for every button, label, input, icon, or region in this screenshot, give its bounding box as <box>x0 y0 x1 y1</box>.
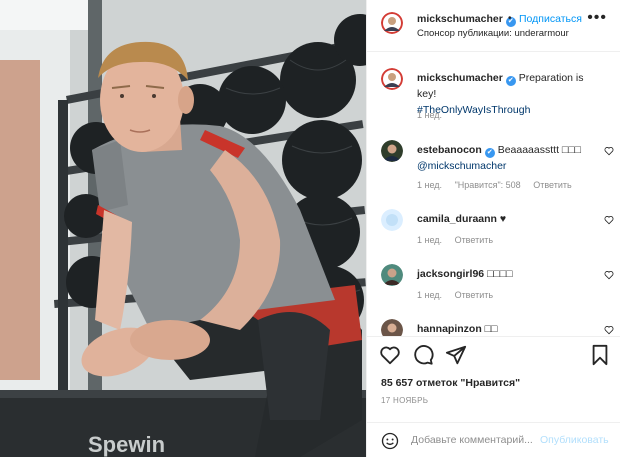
comment-mention[interactable]: @mickschumacher <box>417 160 506 172</box>
comment-meta: 1 нед. "Нравится": 508 Ответить <box>417 180 582 190</box>
gym-equipment-text: Spewin <box>88 432 165 457</box>
author-avatar[interactable] <box>381 12 403 34</box>
follow-button[interactable]: Подписаться <box>519 13 582 25</box>
caption-avatar[interactable] <box>381 68 403 90</box>
comment-meta: 1 нед. Ответить <box>417 235 503 245</box>
comment-text: jacksongirl96 □□□□ <box>417 266 597 282</box>
comment-body: □□□□ <box>487 268 513 280</box>
add-comment-bar: Опубликовать <box>367 422 620 457</box>
author-username[interactable]: mickschumacher ✔ <box>417 13 516 27</box>
verified-badge-icon: ✔ <box>484 148 495 158</box>
reply-button[interactable]: Ответить <box>455 235 493 245</box>
share-icon[interactable] <box>445 344 467 366</box>
post-header: mickschumacher ✔ • Подписаться ••• Спонсо… <box>367 0 620 52</box>
heart-icon[interactable] <box>379 344 401 366</box>
comment-like-heart-icon[interactable] <box>604 215 614 225</box>
comment-likes[interactable]: "Нравится": 508 <box>455 180 521 190</box>
post-date[interactable]: 17 ноябрь <box>381 396 428 405</box>
sponsor-label[interactable]: Спонсор публикации: underarmour <box>417 28 569 39</box>
comment-icon[interactable] <box>412 344 434 366</box>
comment-body: ♥ <box>499 213 507 225</box>
post-footer: 85 657 отметок "Нравится" 17 ноябрь Опуб… <box>367 336 620 457</box>
post-sidebar: mickschumacher ✔ • Подписаться ••• Спонсо… <box>366 0 620 457</box>
comment-time[interactable]: 1 нед. <box>417 290 442 300</box>
comments-list[interactable]: mickschumacher ✔ Preparation is key! #The… <box>367 52 620 336</box>
comment-username[interactable]: jacksongirl96 <box>417 268 484 280</box>
comment-body: Beaaaaassttt □□□ <box>497 144 581 156</box>
comment-username[interactable]: estebanocon <box>417 144 482 156</box>
likes-count[interactable]: 85 657 отметок "Нравится" <box>381 377 520 389</box>
comment-avatar[interactable] <box>381 140 403 162</box>
comment-text: camila_duraann ♥ <box>417 211 597 227</box>
caption-username[interactable]: mickschumacher <box>417 72 503 84</box>
comment-username[interactable]: camila_duraann <box>417 213 497 225</box>
comment-username[interactable]: hannapinzon <box>417 323 482 335</box>
comment-meta: 1 нед. Ответить <box>417 290 503 300</box>
action-bar <box>379 344 611 366</box>
comment-body: □□ <box>484 323 498 335</box>
comment-avatar[interactable] <box>381 264 403 286</box>
reply-button[interactable]: Ответить <box>533 180 571 190</box>
caption-meta: 1 нед. <box>417 110 452 120</box>
comment-avatar[interactable] <box>381 319 403 336</box>
bookmark-icon[interactable] <box>589 344 611 366</box>
emoji-smile-icon[interactable] <box>381 432 399 450</box>
gym-photo-illustration: Spewin <box>0 0 366 457</box>
comment-like-heart-icon[interactable] <box>604 146 614 156</box>
reply-button[interactable]: Ответить <box>455 290 493 300</box>
verified-badge-icon: ✔ <box>505 76 516 86</box>
comment-avatar[interactable] <box>381 209 403 231</box>
comment-like-heart-icon[interactable] <box>604 270 614 280</box>
separator-dot: • <box>508 13 512 24</box>
post-photo[interactable]: Spewin <box>0 0 366 457</box>
more-options-icon[interactable]: ••• <box>587 9 607 27</box>
comment-like-heart-icon[interactable] <box>604 325 614 335</box>
instagram-post: Spewin mickschumacher ✔ • Подписаться ••… <box>0 0 620 457</box>
comment-time[interactable]: 1 нед. <box>417 235 442 245</box>
comment-time[interactable]: 1 нед. <box>417 180 442 190</box>
comment-text: estebanocon ✔ Beaaaaassttt □□□ @mickschum… <box>417 142 597 174</box>
publish-button[interactable]: Опубликовать <box>540 434 609 446</box>
comment-input[interactable] <box>411 434 539 446</box>
caption-time[interactable]: 1 нед. <box>417 110 442 120</box>
comment-text: hannapinzon □□ <box>417 321 597 336</box>
